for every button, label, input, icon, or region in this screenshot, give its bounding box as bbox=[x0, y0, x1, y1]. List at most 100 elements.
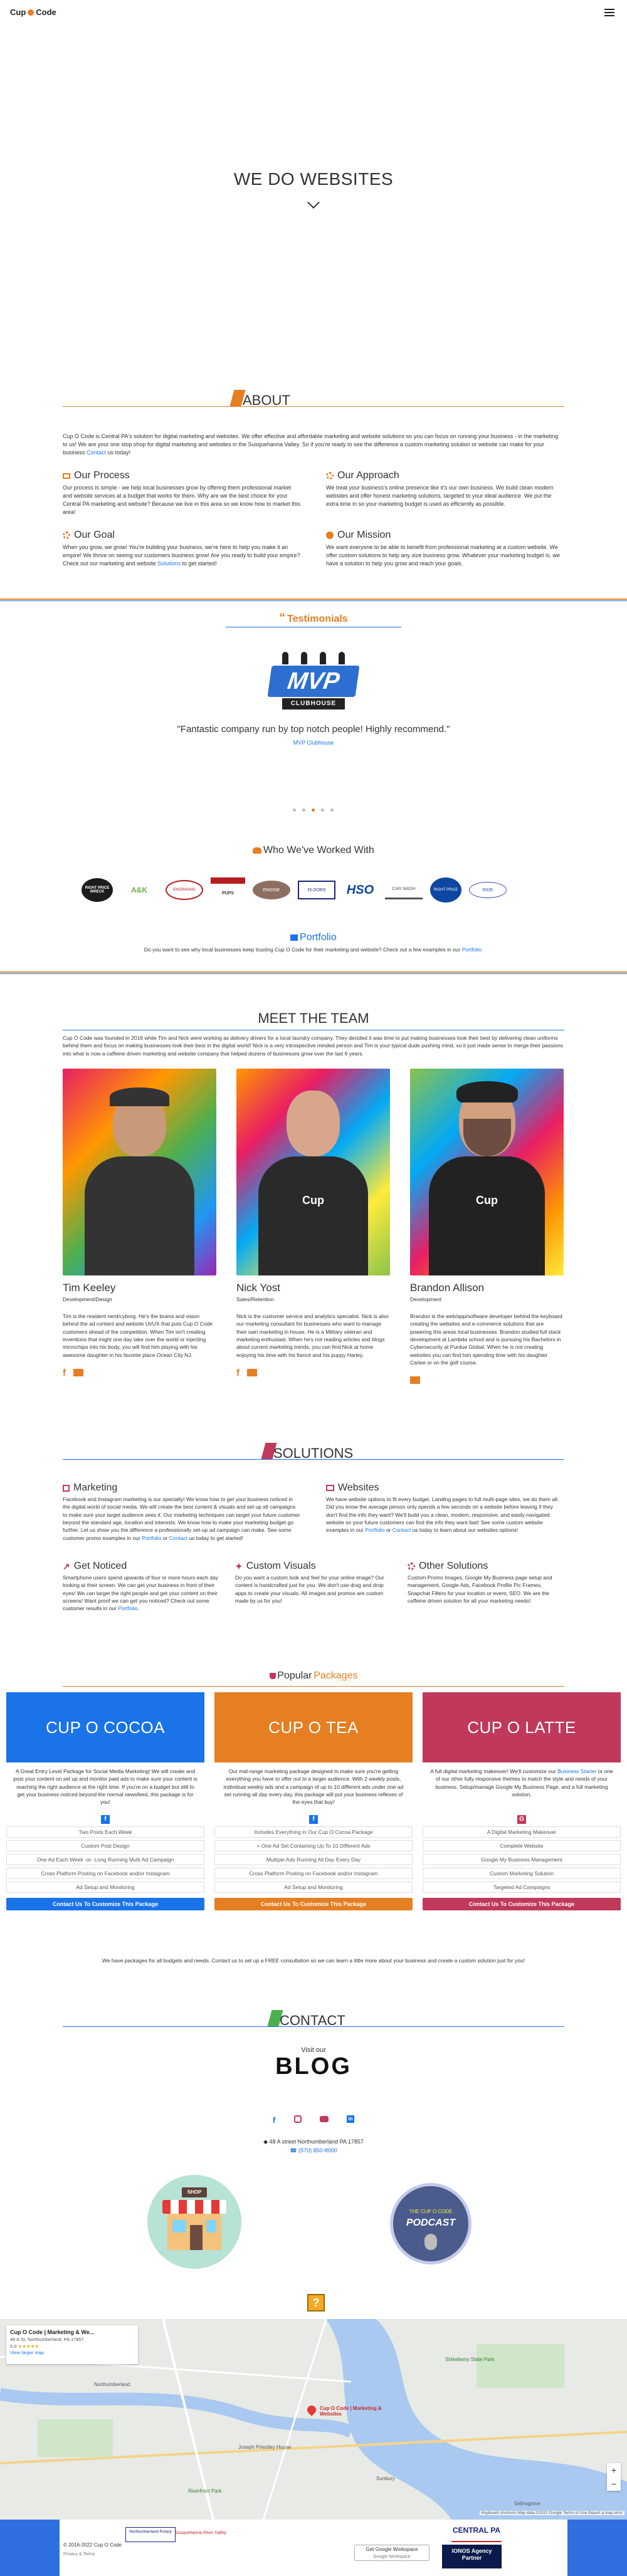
question-block-icon[interactable]: ? bbox=[307, 2294, 325, 2312]
package-feature: Cross Platform Posting on Facebook and/o… bbox=[214, 1868, 413, 1879]
about-approach: Our Approach We treat your business's on… bbox=[326, 470, 564, 508]
about-goal: Our Goal When you grow, we grow! You're … bbox=[63, 530, 301, 568]
portfolio-link[interactable]: Portfolio. bbox=[462, 946, 483, 953]
solution-other: Other Solutions Custom Promo Images, Goo… bbox=[408, 1561, 564, 1605]
clients-title: Who We've Worked With bbox=[263, 845, 374, 856]
package-feature: Two Posts Each Week bbox=[6, 1826, 204, 1838]
address-row: ◆ 48 A street Northumberland PA 17857 bbox=[0, 2139, 627, 2145]
testimonial-author: MVP Clubhouse bbox=[0, 740, 627, 746]
carousel-dot[interactable] bbox=[293, 809, 296, 812]
member-bio: Brandon is the web/app/software develope… bbox=[410, 1313, 562, 1366]
contact-link[interactable]: Contact bbox=[169, 1535, 187, 1541]
river-valley-badge[interactable]: Susquehanna River Valley bbox=[172, 2531, 229, 2546]
rotary-badge[interactable]: Northumberland Rotary bbox=[125, 2527, 176, 2542]
nick-photo: Cup bbox=[236, 1069, 390, 1275]
carousel-dot[interactable] bbox=[321, 809, 324, 812]
client-logo: ENGINE bbox=[253, 881, 290, 899]
google-icon: G bbox=[517, 1815, 526, 1824]
business-starter-link[interactable]: Business Starter bbox=[557, 1768, 596, 1774]
users-icon bbox=[253, 847, 262, 854]
package-desc: Our mid-range marketing package designed… bbox=[223, 1768, 404, 1806]
portfolio-link[interactable]: Portfolio. bbox=[118, 1605, 139, 1611]
about-title: ABOUT bbox=[243, 392, 290, 408]
client-logo: RIDE bbox=[469, 882, 507, 898]
podcast-logo[interactable]: THE CUP O CODE PODCAST bbox=[390, 2183, 472, 2264]
contact-link[interactable]: Contact bbox=[393, 1527, 411, 1533]
package-latte: CUP O LATTE A full digital marketing mak… bbox=[423, 1692, 621, 1910]
member-role: Sales/Retention bbox=[236, 1296, 275, 1302]
mail-icon[interactable] bbox=[247, 1368, 257, 1376]
package-feature: Multiple Ads Running All Day Every Day bbox=[214, 1854, 413, 1865]
gear-icon bbox=[63, 531, 70, 539]
member-bio: Nick is the customer service and analyti… bbox=[236, 1313, 389, 1358]
tim-photo bbox=[63, 1069, 216, 1275]
view-larger-map-link[interactable]: View larger map bbox=[10, 2350, 44, 2355]
instagram-icon[interactable] bbox=[293, 2115, 302, 2123]
google-workspace-badge[interactable]: Get Google Workspace Google Workspace bbox=[354, 2545, 429, 2561]
youtube-icon[interactable] bbox=[319, 2116, 329, 2122]
zoom-out-icon[interactable]: − bbox=[607, 2477, 621, 2491]
client-logo: FLOORS bbox=[298, 881, 335, 899]
image-icon bbox=[290, 935, 298, 941]
facebook-icon[interactable]: f bbox=[63, 1368, 66, 1378]
contact-link[interactable]: Contact bbox=[87, 449, 106, 456]
solution-marketing: Marketing Facebook and Instagram marketi… bbox=[63, 1482, 301, 1542]
contact-package-button[interactable]: Contact Us To Customize This Package bbox=[6, 1898, 204, 1910]
member-role: Development/Design bbox=[63, 1296, 112, 1302]
map-attribution: Keyboard shortcuts Map data ©2022 Google… bbox=[479, 2511, 624, 2515]
member-name: Nick Yost bbox=[236, 1282, 280, 1294]
logo-text-left: Cup bbox=[10, 8, 26, 17]
google-map[interactable]: Cup O Code | Marketing & We... 48 A St, … bbox=[0, 2319, 627, 2520]
linkedin-icon[interactable]: in bbox=[347, 2115, 354, 2123]
map-zoom-control[interactable]: + − bbox=[607, 2463, 621, 2491]
contact-package-button[interactable]: Contact Us To Customize This Package bbox=[423, 1898, 621, 1910]
solution-custom-visuals: ✦ Custom Visuals Do you want a custom loo… bbox=[235, 1561, 392, 1605]
carousel-dot[interactable] bbox=[302, 809, 305, 812]
facebook-icon[interactable]: f bbox=[236, 1368, 240, 1378]
privacy-link[interactable]: Privacy & Terms bbox=[63, 2552, 95, 2557]
contact-package-button[interactable]: Contact Us To Customize This Package bbox=[214, 1898, 413, 1910]
carousel-dot[interactable] bbox=[330, 809, 334, 812]
package-name: CUP O TEA bbox=[214, 1692, 413, 1762]
portfolio-link[interactable]: Portfolio bbox=[365, 1527, 384, 1533]
about-goal-title: Our Goal bbox=[74, 530, 115, 540]
client-logo: HSO bbox=[346, 882, 374, 897]
about-intro-tail: us today! bbox=[107, 449, 131, 456]
solution-text-mid: or bbox=[162, 1534, 168, 1541]
solution-text-tail: us today to get started! bbox=[189, 1534, 243, 1541]
central-pa-badge[interactable]: CENTRAL PA bbox=[451, 2526, 502, 2542]
facebook-icon[interactable]: f bbox=[273, 2115, 275, 2125]
team-member-tim: Tim Keeley Development/Design Tim is the… bbox=[63, 1282, 216, 1378]
portfolio-link[interactable]: Portfolio bbox=[142, 1535, 161, 1541]
portfolio-title: Portfolio bbox=[300, 932, 337, 943]
solution-text: Do you want a custom look and feel for y… bbox=[235, 1574, 384, 1604]
blog-label: BLOG bbox=[275, 2053, 352, 2080]
chevron-down-icon[interactable] bbox=[307, 196, 320, 209]
coffee-icon bbox=[269, 1673, 276, 1679]
logo[interactable]: Cup Code bbox=[10, 8, 56, 17]
mail-icon[interactable] bbox=[73, 1368, 83, 1376]
map-place: Riverfront Park bbox=[188, 2488, 222, 2494]
ionos-badge[interactable]: IONOS Agency Partner bbox=[442, 2545, 502, 2568]
solution-text-tail: us today to learn about our websites opt… bbox=[412, 1527, 519, 1534]
about-approach-title: Our Approach bbox=[337, 470, 399, 481]
trending-icon: ↗ bbox=[63, 1561, 70, 1571]
facebook-icon: f bbox=[101, 1815, 110, 1824]
about-mission-text: We want everyone to be able to benefit f… bbox=[326, 544, 561, 567]
about-mission-title: Our Mission bbox=[337, 530, 391, 540]
solutions-link[interactable]: Solutions bbox=[157, 560, 181, 567]
mail-icon[interactable] bbox=[410, 1376, 420, 1385]
phone-link[interactable]: (570) 850-8000 bbox=[298, 2147, 337, 2154]
logo-mvp: MVP bbox=[267, 666, 360, 697]
blog-link[interactable]: Visit our BLOG bbox=[263, 2046, 364, 2079]
zoom-in-icon[interactable]: + bbox=[607, 2463, 621, 2477]
solutions-title-area: SOLUTIONS bbox=[63, 1442, 564, 1461]
hamburger-icon[interactable] bbox=[604, 9, 614, 16]
package-name: CUP O LATTE bbox=[423, 1692, 621, 1762]
shop-illustration[interactable]: SHOP bbox=[147, 2175, 241, 2269]
package-feature: Ad Setup and Monitoring bbox=[214, 1882, 413, 1893]
solution-websites: Websites We have website options to fit … bbox=[326, 1482, 564, 1534]
testimonial-author-link[interactable]: MVP Clubhouse bbox=[293, 740, 334, 746]
solution-title: Marketing bbox=[73, 1482, 118, 1493]
carousel-dot-active[interactable] bbox=[312, 809, 315, 812]
